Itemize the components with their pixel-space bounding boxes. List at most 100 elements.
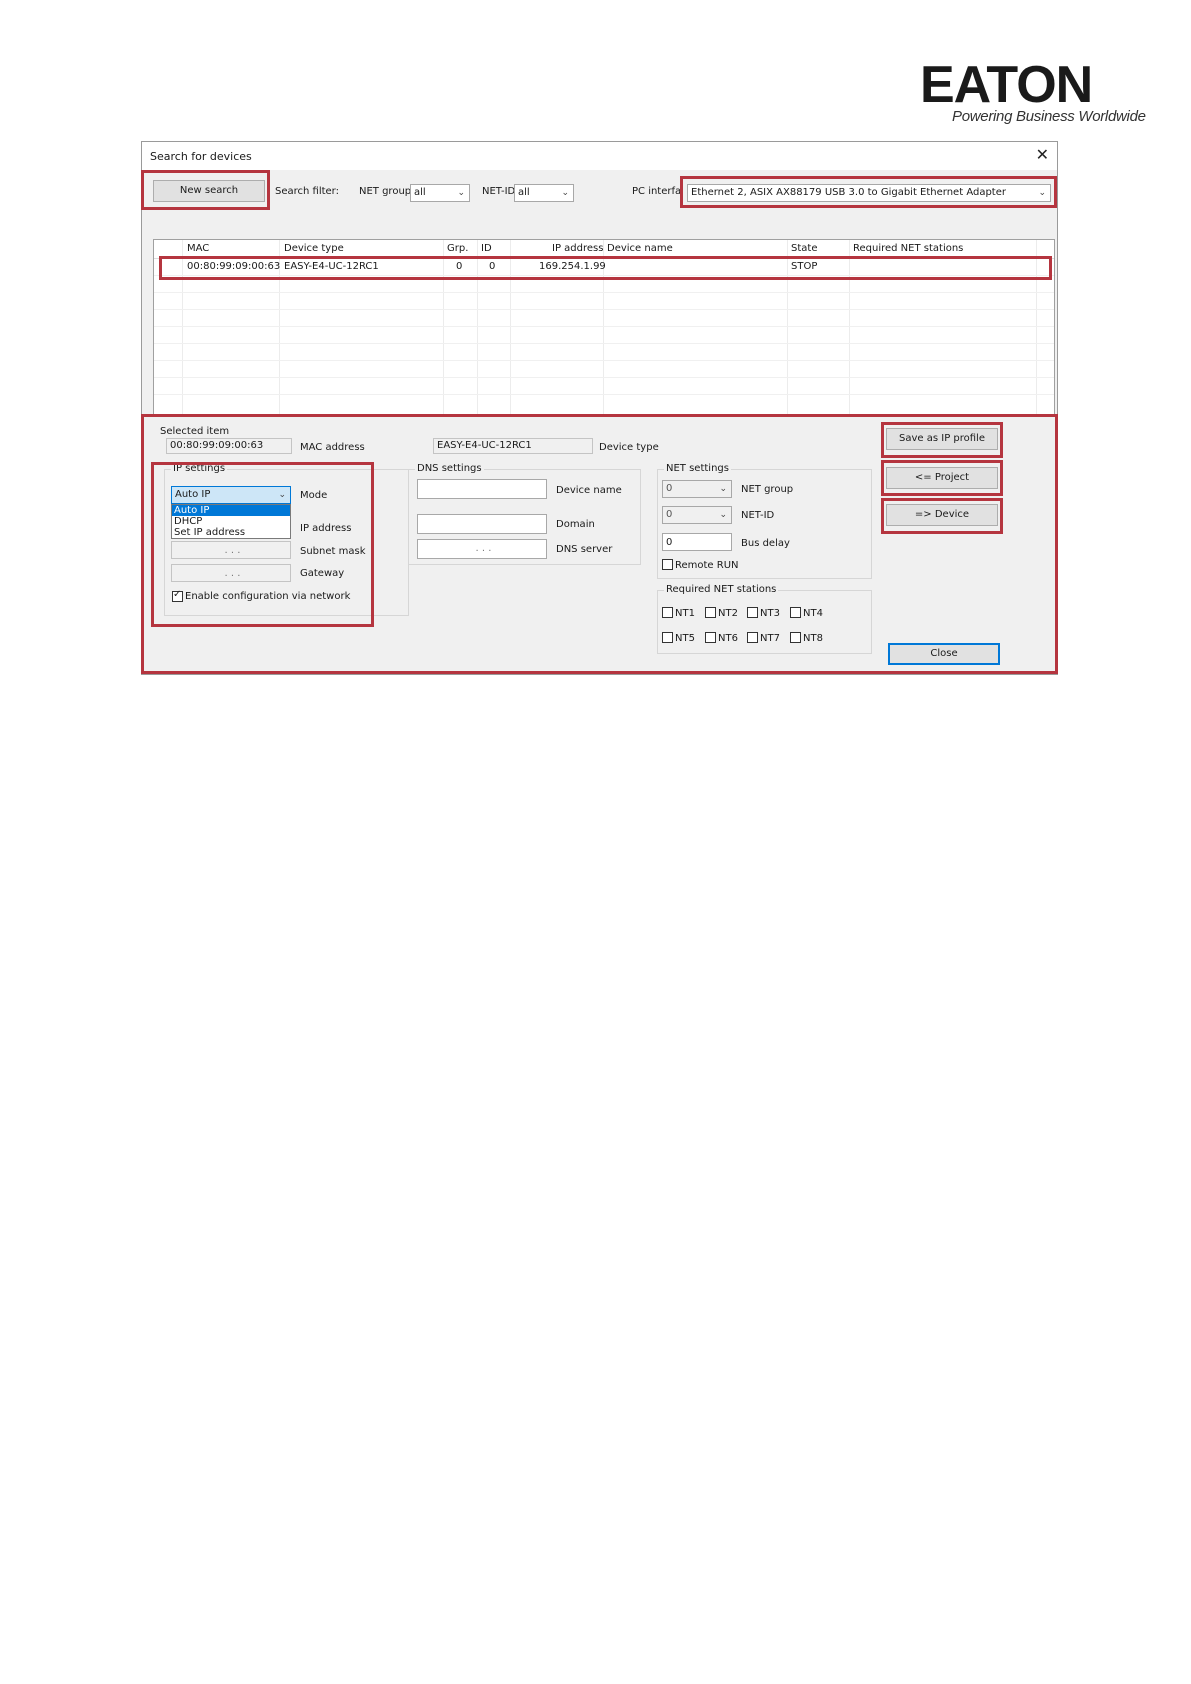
close-button[interactable]: Close (888, 643, 1000, 665)
net-id-value: 0 (666, 509, 673, 520)
column-header-id[interactable]: ID (481, 240, 492, 258)
nt5-checkbox[interactable] (662, 632, 673, 643)
required-net-stations-group: Required NET stations (657, 584, 872, 654)
row-state: STOP (791, 261, 818, 272)
chevron-down-icon: ⌄ (719, 484, 727, 494)
subnet-mask-field[interactable]: . . . (171, 541, 291, 559)
chevron-down-icon: ⌄ (561, 188, 569, 198)
nt4-label: NT4 (803, 608, 823, 619)
nt7-label: NT7 (760, 633, 780, 644)
remote-run-checkbox[interactable] (662, 559, 673, 570)
nt7-checkbox[interactable] (747, 632, 758, 643)
row-mac: 00:80:99:09:00:63 (187, 261, 281, 272)
device-table[interactable]: MAC Device type Grp. ID IP address Devic… (153, 239, 1055, 416)
pc-interface-value: Ethernet 2, ASIX AX88179 USB 3.0 to Giga… (691, 187, 1006, 198)
search-filter-label: Search filter: (275, 186, 339, 197)
mac-address-field: 00:80:99:09:00:63 (166, 438, 292, 454)
close-icon[interactable]: ✕ (1036, 146, 1049, 164)
domain-label: Domain (556, 519, 595, 530)
device-type-field: EASY-E4-UC-12RC1 (433, 438, 593, 454)
nt8-label: NT8 (803, 633, 823, 644)
chevron-down-icon: ⌄ (719, 510, 727, 520)
logo-wordmark: EATON (920, 56, 1093, 114)
row-grp: 0 (456, 261, 463, 272)
mode-dropdown-list[interactable]: Auto IP DHCP Set IP address (171, 504, 291, 539)
title-bar: Search for devices ✕ (142, 142, 1057, 170)
column-header-device-type[interactable]: Device type (284, 240, 344, 258)
ip-settings-title: IP settings (171, 463, 228, 474)
mode-option-dhcp[interactable]: DHCP (172, 516, 290, 527)
mode-value: Auto IP (175, 489, 211, 500)
bus-delay-field[interactable]: 0 (662, 533, 732, 551)
nt6-checkbox[interactable] (705, 632, 716, 643)
nt8-checkbox[interactable] (790, 632, 801, 643)
row-id: 0 (489, 261, 496, 272)
net-group-filter-label: NET group (359, 186, 412, 197)
required-net-stations-title: Required NET stations (664, 584, 779, 595)
mode-option-set-ip[interactable]: Set IP address (172, 527, 290, 538)
dialog-title: Search for devices (150, 150, 252, 163)
device-name-label: Device name (556, 485, 622, 496)
enable-config-label: Enable configuration via network (185, 591, 351, 602)
new-search-button[interactable]: New search (153, 180, 265, 202)
device-type-label: Device type (599, 442, 659, 453)
mode-select[interactable]: Auto IP ⌄ (171, 486, 291, 504)
chevron-down-icon: ⌄ (278, 490, 286, 500)
to-project-button[interactable]: <= Project (886, 467, 998, 489)
net-group-select[interactable]: 0 ⌄ (662, 480, 732, 498)
column-header-state[interactable]: State (791, 240, 817, 258)
domain-field[interactable] (417, 514, 547, 534)
eaton-logo: EATON Powering Business Worldwide (920, 56, 1146, 132)
bus-delay-label: Bus delay (741, 538, 790, 549)
nt2-checkbox[interactable] (705, 607, 716, 618)
nt2-label: NT2 (718, 608, 738, 619)
gateway-label: Gateway (300, 568, 345, 579)
net-id-label: NET-ID (741, 510, 775, 521)
mac-address-label: MAC address (300, 442, 365, 453)
column-header-required-net-stations[interactable]: Required NET stations (853, 240, 963, 258)
logo-tagline: Powering Business Worldwide (952, 108, 1146, 125)
row-ip-address: 169.254.1.99 (539, 261, 606, 272)
nt3-checkbox[interactable] (747, 607, 758, 618)
net-id-select[interactable]: 0 ⌄ (662, 506, 732, 524)
dns-server-field[interactable]: . . . (417, 539, 547, 559)
net-group-label: NET group (741, 484, 794, 495)
nt3-label: NT3 (760, 608, 780, 619)
column-header-device-name[interactable]: Device name (607, 240, 673, 258)
net-id-filter-label: NET-ID (482, 186, 516, 197)
selected-item-heading: Selected item (160, 426, 230, 437)
column-header-mac[interactable]: MAC (187, 240, 209, 258)
pc-interface-label: PC interface (632, 186, 681, 197)
row-device-type: EASY-E4-UC-12RC1 (284, 261, 379, 272)
nt4-checkbox[interactable] (790, 607, 801, 618)
subnet-mask-label: Subnet mask (300, 546, 366, 557)
net-settings-title: NET settings (664, 463, 731, 474)
net-id-filter-select[interactable]: all ⌄ (514, 184, 574, 202)
nt6-label: NT6 (718, 633, 738, 644)
column-header-grp[interactable]: Grp. (447, 240, 468, 258)
chevron-down-icon: ⌄ (457, 188, 465, 198)
device-name-field[interactable] (417, 479, 547, 499)
dns-server-label: DNS server (556, 544, 613, 555)
net-group-filter-value: all (414, 187, 426, 198)
net-group-filter-select[interactable]: all ⌄ (410, 184, 470, 202)
table-row[interactable]: 00:80:99:09:00:63 EASY-E4-UC-12RC1 0 0 1… (154, 259, 1054, 275)
enable-config-checkbox[interactable] (172, 589, 183, 602)
remote-run-label: Remote RUN (675, 560, 739, 571)
nt1-checkbox[interactable] (662, 607, 673, 618)
pc-interface-select[interactable]: Ethernet 2, ASIX AX88179 USB 3.0 to Giga… (687, 184, 1051, 202)
nt5-label: NT5 (675, 633, 695, 644)
search-devices-dialog: Search for devices ✕ New search Search f… (141, 141, 1058, 675)
nt1-label: NT1 (675, 608, 695, 619)
to-device-button[interactable]: => Device (886, 504, 998, 526)
net-group-value: 0 (666, 483, 673, 494)
net-id-filter-value: all (518, 187, 530, 198)
dns-settings-title: DNS settings (415, 463, 484, 474)
mode-label: Mode (300, 490, 328, 501)
ip-address-label: IP address (300, 523, 352, 534)
save-ip-profile-button[interactable]: Save as IP profile (886, 428, 998, 450)
chevron-down-icon: ⌄ (1038, 188, 1046, 198)
mode-option-auto-ip[interactable]: Auto IP (172, 505, 290, 516)
column-header-ip-address[interactable]: IP address (552, 240, 603, 258)
gateway-field[interactable]: . . . (171, 564, 291, 582)
